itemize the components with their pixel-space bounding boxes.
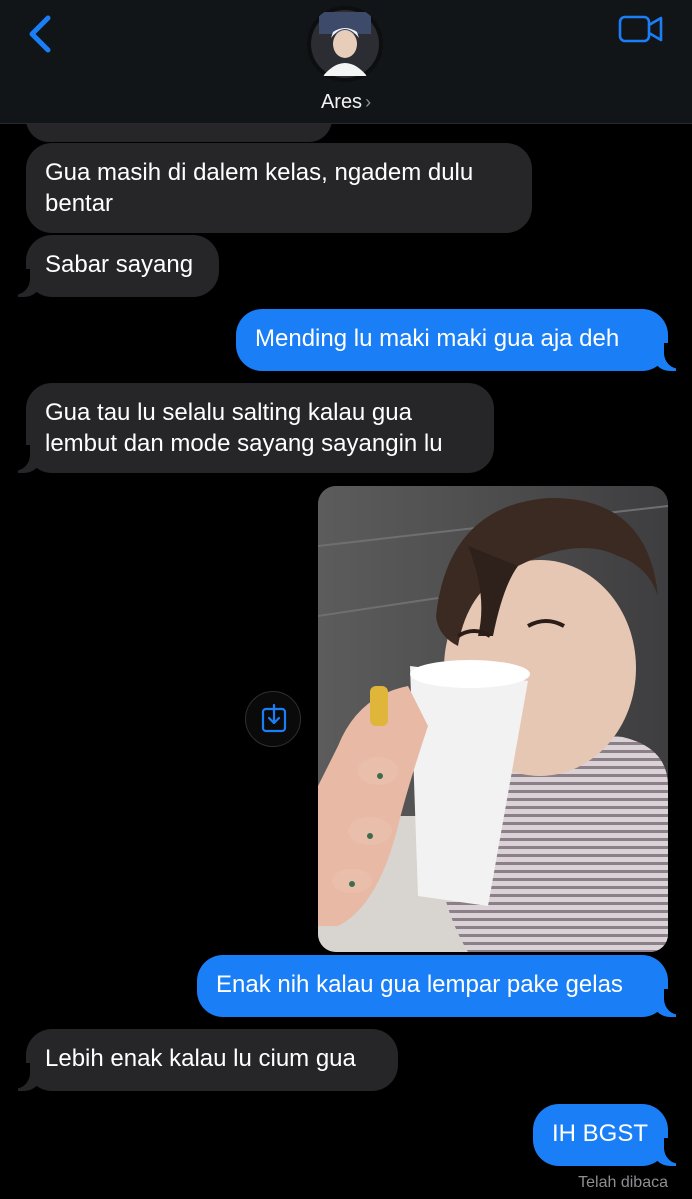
back-button[interactable]	[22, 12, 62, 56]
bubble-tail	[652, 343, 686, 371]
save-to-photos-button[interactable]	[245, 691, 301, 747]
message-text-line: IH BGST	[552, 1120, 649, 1147]
bubble-tail	[652, 1138, 686, 1166]
incoming-message[interactable]: Gua tau lu selalu salting kalau gua lemb…	[26, 383, 494, 473]
avatar-photo	[307, 6, 383, 82]
message-text-line: Lebih enak kalau lu cium gua	[45, 1045, 356, 1072]
video-camera-icon	[618, 15, 663, 43]
chevron-left-icon	[29, 15, 51, 53]
contact-name[interactable]: Ares ›	[0, 91, 692, 114]
message-text-line: Sabar sayang	[45, 251, 194, 278]
incoming-message[interactable]: Lebih enak kalau lu cium gua	[26, 1029, 398, 1091]
contact-avatar[interactable]	[307, 6, 383, 82]
chat-screen: Gua masih di dalem kelas, ngadem dulu be…	[0, 0, 692, 1199]
outgoing-message[interactable]: Mending lu maki maki gua aja deh	[236, 309, 668, 371]
message-text-line: Mending lu maki maki gua aja deh	[255, 325, 620, 352]
video-call-button[interactable]	[617, 12, 665, 46]
save-to-photos-icon	[261, 703, 287, 733]
selfie-photo	[318, 486, 668, 952]
message-text-line: Gua tau lu selalu salting kalau gua	[45, 399, 412, 426]
outgoing-message[interactable]: Enak nih kalau gua lempar pake gelas	[197, 955, 668, 1017]
message-text-line: Gua masih di dalem kelas, ngadem dulu	[45, 159, 474, 186]
contact-name-text: Ares	[320, 91, 363, 113]
bubble-tail	[652, 989, 686, 1017]
incoming-message[interactable]: Sabar sayang	[26, 235, 219, 297]
photo-attachment[interactable]	[318, 486, 668, 952]
read-receipt: Telah dibaca	[578, 1174, 668, 1191]
outgoing-message[interactable]: IH BGST	[533, 1104, 668, 1166]
message-text-line: Enak nih kalau gua lempar pake gelas	[216, 971, 623, 998]
conversation-header: Ares ›	[0, 0, 692, 124]
incoming-message[interactable]: Gua masih di dalem kelas, ngadem dulu be…	[26, 143, 532, 233]
message-text-line: bentar	[45, 190, 114, 217]
message-text-line: lembut dan mode sayang sayangin lu	[45, 430, 443, 457]
chevron-right-icon: ›	[365, 92, 372, 112]
